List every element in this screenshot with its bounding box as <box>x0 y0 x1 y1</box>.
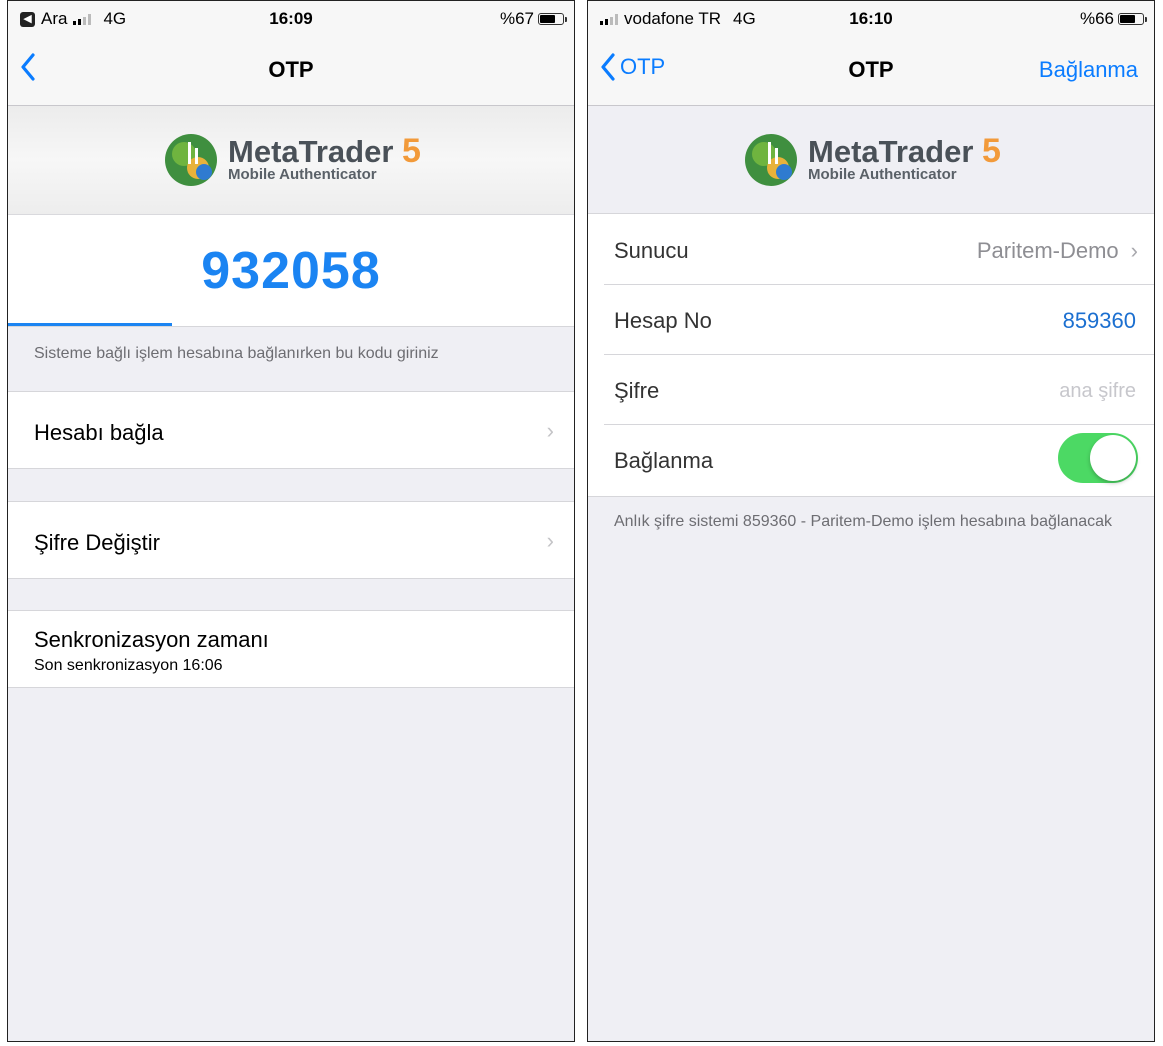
password-label: Şifre <box>614 378 660 403</box>
battery-percent: %67 <box>499 9 534 28</box>
sync-title: Senkronizasyon zamanı <box>34 627 269 652</box>
logo-version: 5 <box>402 131 421 170</box>
logo-version: 5 <box>982 131 1001 170</box>
metatrader-globe-icon <box>745 134 797 186</box>
page-title: OTP <box>268 57 314 82</box>
server-label: Sunucu <box>614 238 689 263</box>
otp-hint: Sisteme bağlı işlem hesabına bağlanırken… <box>34 345 439 362</box>
right-screen: vodafone TR 4G 16:10 %66 OTP OTP Bağlanm… <box>587 0 1155 1042</box>
metatrader-logo: MetaTrader 5 Mobile Authenticator <box>740 128 1001 190</box>
account-label: Hesap No <box>614 308 712 333</box>
divider <box>604 424 1154 425</box>
clock: 16:09 <box>269 9 313 28</box>
nav-bar: OTP OTP Bağlanma <box>588 35 1154 106</box>
divider <box>8 326 574 327</box>
toggle-knob <box>1090 435 1136 481</box>
logo-banner: MetaTrader 5 Mobile Authenticator <box>588 106 1154 214</box>
logo-brand: MetaTrader <box>228 133 394 169</box>
sync-subtitle: Son senkronizasyon 16:06 <box>34 657 223 674</box>
connect-label: Bağlanma <box>614 448 714 473</box>
server-selector[interactable]: Paritem-Demo › <box>977 238 1138 264</box>
change-password-row[interactable]: Şifre Değiştir › <box>8 501 574 579</box>
metatrader-logo: MetaTrader 5 Mobile Authenticator <box>160 128 421 190</box>
status-bar: vodafone TR 4G 16:10 %66 <box>588 1 1154 35</box>
sync-row: Senkronizasyon zamanı Son senkronizasyon… <box>8 610 574 688</box>
divider <box>604 284 1154 285</box>
divider <box>604 354 1154 355</box>
otp-code: 932058 <box>201 242 381 300</box>
clock: 16:10 <box>849 9 893 28</box>
metatrader-globe-icon <box>165 134 217 186</box>
connection-note: Anlık şifre sistemi 859360 - Paritem-Dem… <box>614 513 1113 530</box>
chevron-right-icon: › <box>546 418 554 443</box>
battery-percent: %66 <box>1079 9 1114 28</box>
nav-bar: OTP <box>8 35 574 106</box>
status-bar: ◀ Ara 4G 16:09 %67 <box>8 1 574 35</box>
change-password-label: Şifre Değiştir <box>34 530 160 555</box>
left-screen: ◀ Ara 4G 16:09 %67 OTP MetaTrader 5 Mobi… <box>7 0 575 1042</box>
connect-toggle[interactable] <box>1058 433 1138 483</box>
server-value: Paritem-Demo <box>976 238 1119 263</box>
chevron-right-icon: › <box>1130 238 1138 263</box>
account-field[interactable]: 859360 <box>1063 308 1136 334</box>
link-account-label: Hesabı bağla <box>34 420 164 445</box>
password-field[interactable]: ana şifre <box>1059 380 1136 403</box>
disconnect-button[interactable]: Bağlanma <box>1039 57 1138 83</box>
chevron-right-icon: › <box>546 528 554 553</box>
logo-brand: MetaTrader <box>808 133 974 169</box>
battery-icon <box>1118 13 1147 25</box>
battery-icon <box>538 13 567 25</box>
link-account-row[interactable]: Hesabı bağla › <box>8 391 574 469</box>
logo-banner: MetaTrader 5 Mobile Authenticator <box>8 106 574 215</box>
